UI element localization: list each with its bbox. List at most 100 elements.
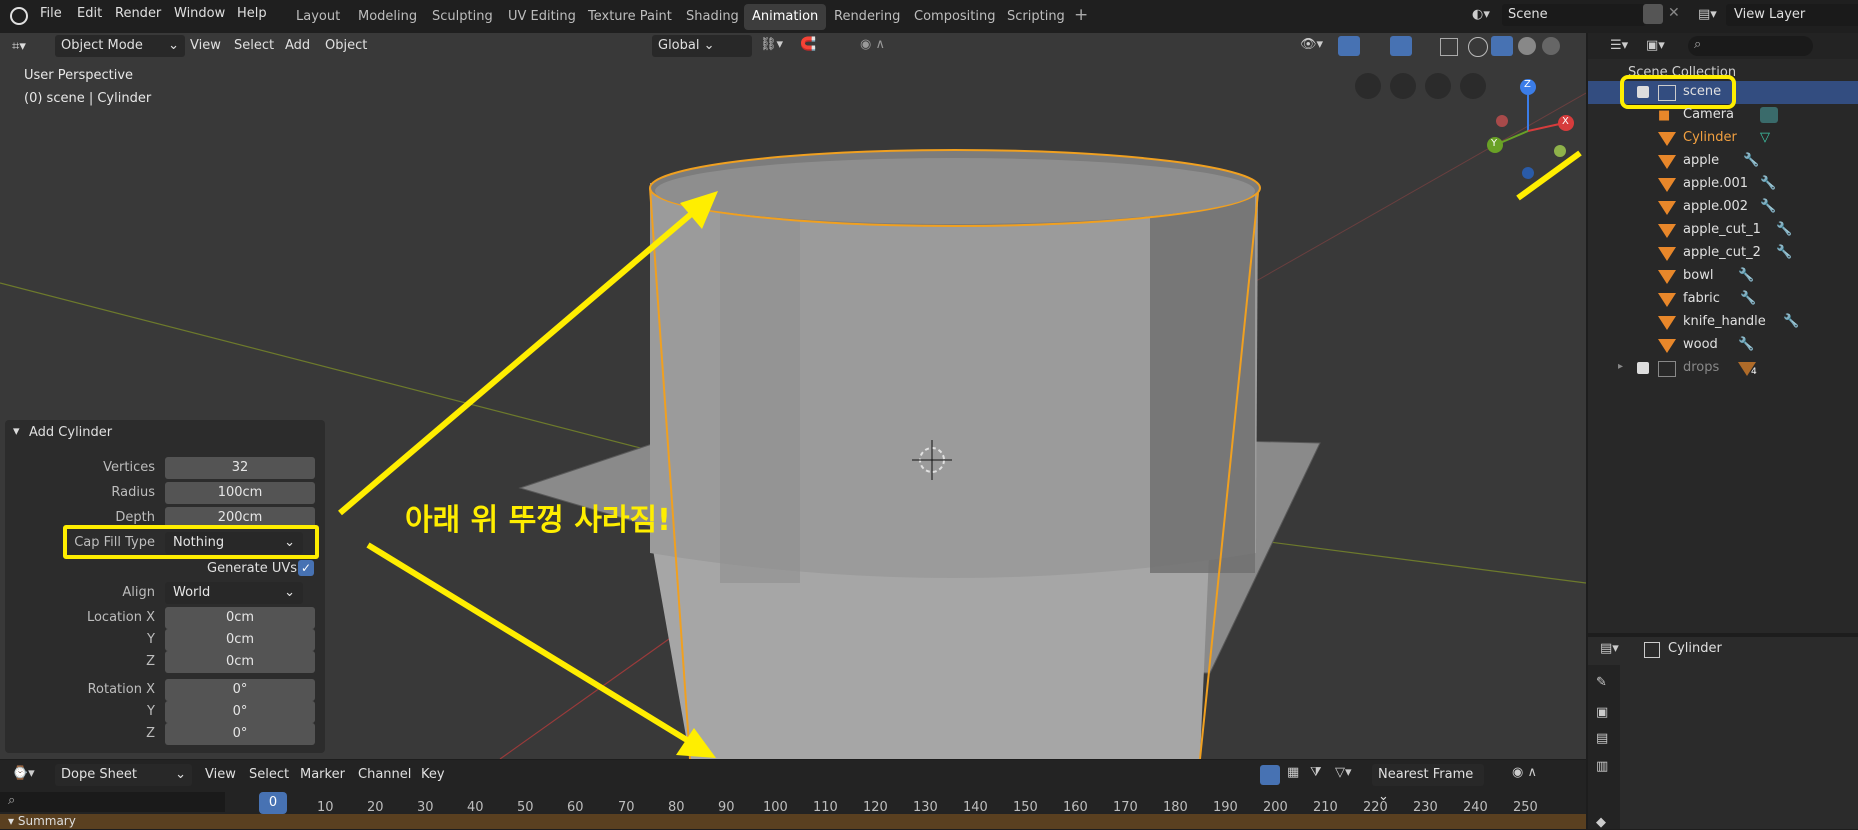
solid-shading-icon[interactable] — [1491, 36, 1513, 56]
output-tab-icon[interactable]: ▤ — [1596, 731, 1608, 746]
outliner-item-drops[interactable]: ▸ drops 4 — [1588, 357, 1858, 380]
outliner-item-knife-handle[interactable]: knife_handle 🔧 — [1588, 311, 1858, 334]
select-tool-icon[interactable] — [1260, 765, 1280, 785]
blender-logo-icon[interactable] — [10, 7, 28, 25]
outliner-item-cylinder[interactable]: Cylinder ▽ — [1588, 127, 1858, 150]
dopesheet-filter-icon[interactable]: ⧩ — [1310, 765, 1322, 780]
location-y-field[interactable]: 0cm — [165, 629, 315, 651]
outliner-item-apple-002[interactable]: apple.002 🔧 — [1588, 196, 1858, 219]
tab-texture-paint[interactable]: Texture Paint — [580, 4, 680, 30]
panel-collapse-icon[interactable]: ▾ — [13, 424, 20, 439]
box-select-icon[interactable]: ▦ — [1287, 765, 1299, 780]
outliner-item-bowl[interactable]: bowl 🔧 — [1588, 265, 1858, 288]
add-cylinder-panel[interactable]: ▾ Add Cylinder Vertices 32 Radius 100cm … — [5, 420, 325, 753]
menu-help[interactable]: Help — [237, 6, 267, 21]
scene-tab-icon[interactable]: ◆ — [1596, 815, 1606, 830]
view-layer-icon[interactable]: ▤▾ — [1698, 7, 1717, 22]
menu-add[interactable]: Add — [285, 35, 310, 57]
gizmo-toggle-icon[interactable] — [1338, 36, 1360, 56]
menu-select[interactable]: Select — [249, 764, 289, 786]
xray-icon[interactable] — [1440, 38, 1458, 56]
wireframe-shading-icon[interactable] — [1468, 37, 1488, 57]
tab-layout[interactable]: Layout — [288, 4, 348, 30]
proportional-edit-icon[interactable]: ◉ ∧ — [860, 37, 885, 52]
editor-type-icon[interactable]: ⌚▾ — [12, 766, 35, 781]
axis-gizmo[interactable]: Z X Y — [1480, 73, 1580, 183]
menu-object[interactable]: Object — [325, 35, 367, 57]
menu-render[interactable]: Render — [115, 6, 161, 21]
tab-sculpting[interactable]: Sculpting — [424, 4, 501, 30]
dope-sheet-editor[interactable]: ⌚▾ Dope Sheet ⌄ View Select Marker Channe… — [0, 760, 1586, 829]
camera-icon[interactable] — [1390, 73, 1416, 99]
add-workspace-icon[interactable]: + — [1074, 5, 1088, 25]
radius-field[interactable]: 100cm — [165, 482, 315, 504]
outliner-item-apple-001[interactable]: apple.001 🔧 — [1588, 173, 1858, 196]
view-layer-field[interactable]: View Layer — [1726, 4, 1858, 26]
scene-field[interactable]: Scene — [1502, 4, 1646, 26]
tab-animation[interactable]: Animation — [744, 4, 827, 30]
properties-type-icon[interactable]: ▤▾ — [1600, 641, 1619, 656]
transform-orientation-dropdown[interactable]: Global ⌄ — [652, 35, 752, 57]
tab-shading[interactable]: Shading — [678, 4, 747, 30]
delete-scene-icon[interactable]: ✕ — [1668, 5, 1680, 21]
tab-modeling[interactable]: Modeling — [350, 4, 425, 30]
location-x-field[interactable]: 0cm — [165, 607, 315, 629]
outliner-item-apple-cut-1[interactable]: apple_cut_1 🔧 — [1588, 219, 1858, 242]
vertices-field[interactable]: 32 — [165, 457, 315, 479]
expand-icon[interactable]: ▸ — [1618, 361, 1623, 372]
funnel-filter-icon[interactable]: ▽▾ — [1335, 765, 1352, 780]
editor-type-icon[interactable]: ⌗▾ — [12, 39, 26, 54]
outliner-item-fabric[interactable]: fabric 🔧 — [1588, 288, 1858, 311]
snap-mode-dropdown[interactable]: Nearest Frame ⌄ — [1372, 764, 1484, 804]
location-z-field[interactable]: 0cm — [165, 651, 315, 673]
menu-key[interactable]: Key — [421, 764, 445, 786]
generate-uvs-checkbox[interactable]: ✓ — [298, 560, 314, 576]
checkbox-icon[interactable] — [1637, 362, 1649, 374]
menu-window[interactable]: Window — [174, 6, 225, 21]
pan-hand-icon[interactable] — [1425, 73, 1451, 99]
visibility-icon[interactable]: 👁▾ — [1300, 37, 1323, 52]
pivot-icon[interactable]: ⛓▾ — [760, 37, 783, 52]
menu-select[interactable]: Select — [234, 35, 274, 57]
outliner-item-scene[interactable]: scene — [1588, 75, 1858, 109]
current-frame-indicator[interactable]: 0 — [259, 792, 287, 814]
outliner-search-input[interactable]: ⌕ — [1688, 36, 1813, 56]
outliner-type-icon[interactable]: ☰▾ — [1610, 38, 1628, 53]
menu-marker[interactable]: Marker — [300, 764, 345, 786]
rendered-shading-icon[interactable] — [1542, 37, 1560, 55]
menu-view[interactable]: View — [190, 35, 221, 57]
snap-icon[interactable]: 🧲 — [800, 37, 816, 52]
new-scene-icon[interactable] — [1643, 4, 1663, 24]
view-layer-tab-icon[interactable]: ▥ — [1596, 759, 1608, 774]
menu-edit[interactable]: Edit — [77, 6, 102, 21]
properties-panel[interactable]: ▤▾ Cylinder ✎ ▣ ▤ ▥ ◆ — [1588, 637, 1858, 830]
overlay-toggle-icon[interactable] — [1390, 36, 1412, 56]
tool-tab-icon[interactable]: ✎ — [1596, 675, 1607, 690]
outliner-item-wood[interactable]: wood 🔧 — [1588, 334, 1858, 357]
toggle-camera-view-icon[interactable] — [1355, 73, 1381, 99]
object-mode-dropdown[interactable]: Object Mode ⌄ — [55, 35, 185, 57]
tab-scripting[interactable]: Scripting — [999, 4, 1073, 30]
tab-uv-editing[interactable]: UV Editing — [500, 4, 584, 30]
tab-rendering[interactable]: Rendering — [826, 4, 908, 30]
render-tab-icon[interactable]: ▣ — [1596, 705, 1608, 720]
proportional-edit-icon[interactable]: ◉ ∧ — [1512, 765, 1537, 780]
rotation-x-field[interactable]: 0° — [165, 679, 315, 701]
outliner-item-apple[interactable]: apple 🔧 — [1588, 150, 1858, 173]
display-mode-icon[interactable]: ▣▾ — [1646, 38, 1665, 53]
channel-search-input[interactable]: ⌕ — [0, 792, 225, 812]
rotation-y-field[interactable]: 0° — [165, 701, 315, 723]
menu-file[interactable]: File — [40, 6, 62, 21]
menu-channel[interactable]: Channel — [358, 764, 411, 786]
tab-compositing[interactable]: Compositing — [906, 4, 1004, 30]
align-dropdown[interactable]: World ⌄ — [165, 582, 303, 604]
summary-row[interactable]: ▾ Summary — [0, 814, 1586, 829]
outliner-item-camera[interactable]: ■ Camera — [1588, 104, 1858, 127]
rotation-z-field[interactable]: 0° — [165, 723, 315, 745]
material-shading-icon[interactable] — [1518, 37, 1536, 55]
outliner-panel[interactable]: ☰▾ ▣▾ ⌕ Scene Collection scene ■ Camera … — [1588, 33, 1858, 633]
outliner-item-apple-cut-2[interactable]: apple_cut_2 🔧 — [1588, 242, 1858, 265]
menu-view[interactable]: View — [205, 764, 236, 786]
dope-sheet-mode-dropdown[interactable]: Dope Sheet ⌄ — [55, 764, 192, 786]
scene-selector-icon[interactable]: ◐▾ — [1472, 7, 1490, 22]
